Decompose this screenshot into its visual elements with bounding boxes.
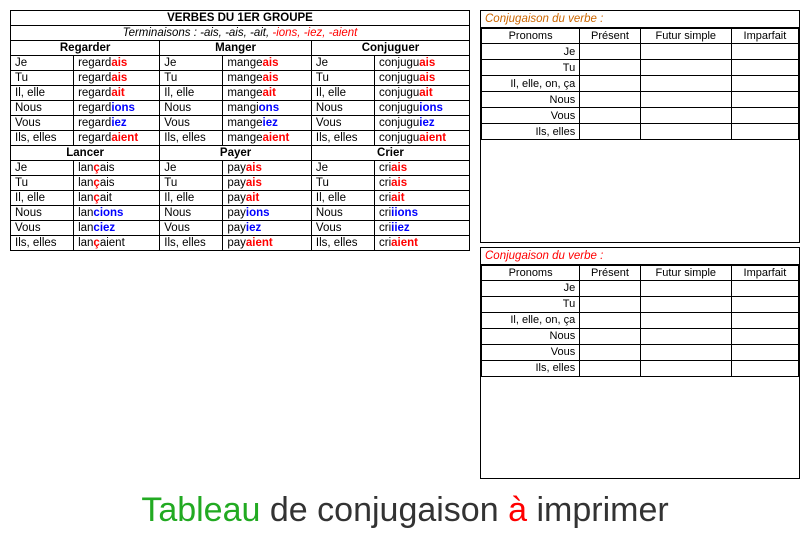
conj-row: Tu [482, 296, 799, 312]
conj-row: Je [482, 280, 799, 296]
bottom-word-tableau: Tableau [141, 491, 260, 529]
col-header-futur-2: Futur simple [640, 265, 731, 280]
bottom-word-conjugaison: conjugaison [317, 491, 498, 529]
conj-grid-1: Pronoms Présent Futur simple Imparfait J… [481, 28, 799, 140]
col-header-imparfait-2: Imparfait [731, 265, 798, 280]
table-row: Nouslancions Nouspayions Nouscriiions [11, 206, 470, 221]
conjugation-table-2: Conjugaison du verbe : Pronoms Présent F… [480, 247, 800, 480]
col-header-pronoms-1: Pronoms [482, 29, 580, 44]
table-row: Ils, ellesregardaient Ils, ellesmangeaie… [11, 131, 470, 146]
right-tables: Conjugaison du verbe : Pronoms Présent F… [480, 10, 800, 479]
table-row: Vouslanciez Vouspayiez Vouscriiiez [11, 221, 470, 236]
conj-row: Je [482, 44, 799, 60]
bottom-word-imprimer: imprimer [536, 491, 668, 529]
conj-title-1: Conjugaison du verbe : [481, 11, 799, 28]
table-row: Vousregardiez Vousmangeiez Vousconjuguie… [11, 116, 470, 131]
col-header-futur-1: Futur simple [640, 29, 731, 44]
table-title: VERBES DU 1ER GROUPE [11, 11, 470, 26]
conj-row: Ils, elles [482, 124, 799, 140]
col-header-imparfait-1: Imparfait [731, 29, 798, 44]
conj-row: Vous [482, 108, 799, 124]
table-row: Il, ellelançait Il, ellepayait Il, ellec… [11, 191, 470, 206]
main-conjugation-table: VERBES DU 1ER GROUPE Terminaisons : -ais… [10, 10, 470, 251]
conj-grid-2: Pronoms Présent Futur simple Imparfait J… [481, 265, 799, 377]
conj-row: Nous [482, 92, 799, 108]
header-regarder: Regarder [11, 41, 160, 56]
conj-row: Nous [482, 328, 799, 344]
table-row: Tulançais Tupayais Tucriais [11, 176, 470, 191]
header-crier: Crier [311, 146, 469, 161]
bottom-word-de: de [270, 491, 317, 529]
left-table-container: VERBES DU 1ER GROUPE Terminaisons : -ais… [10, 10, 470, 479]
bottom-text: Tableau de conjugaison à imprimer [10, 491, 800, 530]
conj-row: Tu [482, 60, 799, 76]
conj-row: Il, elle, on, ça [482, 312, 799, 328]
conj-row: Il, elle, on, ça [482, 76, 799, 92]
table-row: Jeregardais Jemangeais Jeconjuguais [11, 56, 470, 71]
conjugation-table-1: Conjugaison du verbe : Pronoms Présent F… [480, 10, 800, 243]
conj-row: Ils, elles [482, 360, 799, 376]
col-header-pronoms-2: Pronoms [482, 265, 580, 280]
header-lancer: Lancer [11, 146, 160, 161]
header-manger: Manger [160, 41, 312, 56]
table-row: Ils, elleslançaient Ils, ellespayaient I… [11, 236, 470, 251]
top-section: VERBES DU 1ER GROUPE Terminaisons : -ais… [10, 10, 800, 479]
table-row: Jelançais Jepayais Jecriais [11, 161, 470, 176]
table-row: Turegardais Tumangeais Tuconjuguais [11, 71, 470, 86]
col-header-present-2: Présent [580, 265, 641, 280]
conj-row: Vous [482, 344, 799, 360]
header-payer: Payer [160, 146, 312, 161]
col-header-present-1: Présent [580, 29, 641, 44]
table-subtitle: Terminaisons : -ais, -ais, -ait, -ions, … [11, 26, 470, 41]
bottom-word-a: à [508, 491, 536, 529]
table-row: Nousregardions Nousmangions Nousconjugui… [11, 101, 470, 116]
header-conjuguer: Conjuguer [311, 41, 469, 56]
conj-title-2: Conjugaison du verbe : [481, 248, 799, 265]
table-row: Il, elleregardait Il, ellemangeait Il, e… [11, 86, 470, 101]
